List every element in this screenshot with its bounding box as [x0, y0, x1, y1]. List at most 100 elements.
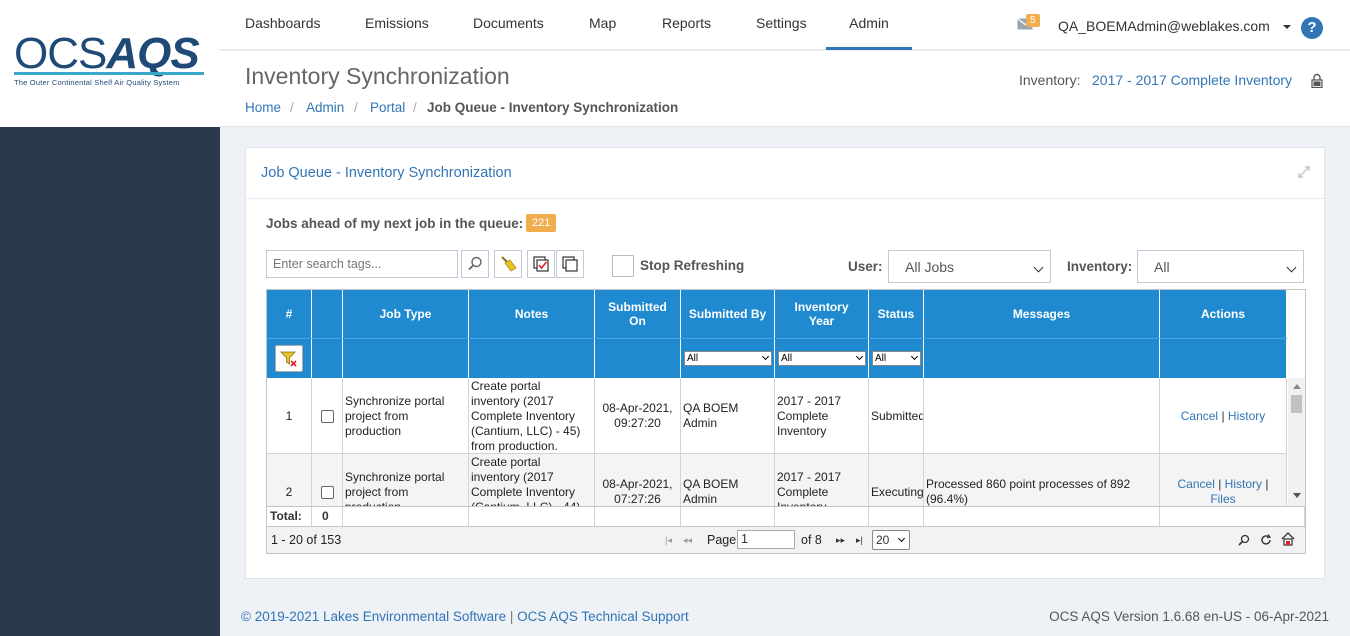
col-notes[interactable]: Notes [469, 290, 595, 338]
col-messages[interactable]: Messages [924, 290, 1160, 338]
chevron-down-icon [1033, 262, 1044, 273]
inventory-filter-select[interactable]: All [1137, 250, 1304, 283]
expand-icon[interactable] [1298, 166, 1310, 178]
grid-scrollbar[interactable] [1288, 378, 1305, 506]
inventory-year-filter[interactable]: All [778, 351, 866, 366]
col-job-type[interactable]: Job Type [343, 290, 469, 338]
next-page-icon[interactable]: ▸▸ [836, 535, 845, 546]
col-number[interactable]: # [267, 290, 312, 338]
footer-links: © 2019-2021 Lakes Environmental Software… [241, 609, 689, 624]
page-title: Inventory Synchronization [245, 63, 510, 89]
nav-reports[interactable]: Reports [662, 0, 711, 50]
chevron-down-icon [910, 352, 919, 361]
last-page-icon[interactable]: ▸| [856, 535, 863, 546]
total-label: Total: [267, 507, 312, 526]
breadcrumb-separator: / [290, 100, 294, 115]
lock-icon [1311, 73, 1323, 88]
reset-home-icon[interactable] [1280, 531, 1296, 547]
stop-refreshing-checkbox[interactable] [612, 255, 634, 277]
breadcrumb-portal[interactable]: Portal [370, 100, 405, 115]
job-queue-grid: # Job Type Notes Submitted On Submitted … [266, 289, 1306, 554]
col-inventory-year[interactable]: Inventory Year [775, 290, 869, 338]
user-filter-select[interactable]: All Jobs [888, 250, 1051, 283]
grid-filter-row: All All All [267, 338, 1287, 378]
col-status[interactable]: Status [869, 290, 924, 338]
row-notes: Create portal inventory (2017 Complete I… [469, 378, 595, 454]
row-checkbox[interactable] [320, 485, 334, 499]
inventory-link[interactable]: 2017 - 2017 Complete Inventory [1092, 72, 1292, 88]
chevron-down-icon [855, 352, 864, 361]
row-inventory-year: 2017 - 2017 Complete Inventory [775, 378, 869, 454]
row-actions: Cancel | History | Files [1160, 454, 1287, 506]
search-icon [468, 256, 482, 271]
page-number-input[interactable]: 1 [737, 530, 795, 549]
nav-settings[interactable]: Settings [756, 0, 807, 50]
cancel-link[interactable]: Cancel [1181, 409, 1218, 423]
search-input[interactable] [266, 250, 458, 278]
history-link[interactable]: History [1228, 409, 1265, 423]
row-actions: Cancel | History [1160, 378, 1287, 454]
logo-wave [14, 72, 204, 75]
scroll-up-icon[interactable] [1293, 384, 1301, 389]
page-size-select[interactable]: 20 [872, 530, 910, 550]
user-menu[interactable]: QA_BOEMAdmin@weblakes.com [1058, 18, 1270, 34]
page-count-label: of 8 [801, 533, 822, 547]
breadcrumb-home[interactable]: Home [245, 100, 281, 115]
version-info: OCS AQS Version 1.6.68 en-US - 06-Apr-20… [1049, 609, 1329, 624]
breadcrumb-admin[interactable]: Admin [306, 100, 344, 115]
filter-clear-icon [280, 351, 297, 367]
checkbox-select-icon [533, 256, 549, 272]
row-message [924, 378, 1160, 454]
nav-documents[interactable]: Documents [473, 0, 544, 50]
clear-filter-button[interactable] [275, 345, 303, 372]
row-inventory-year: 2017 - 2017 Complete Inventory [775, 454, 869, 506]
breadcrumb-separator: / [354, 100, 358, 115]
footer-separator: | [509, 609, 514, 624]
chevron-down-icon [761, 352, 770, 361]
top-nav: Dashboards Emissions Documents Map Repor… [220, 0, 1350, 50]
jobs-ahead-label: Jobs ahead of my next job in the queue: [266, 216, 524, 231]
status-filter[interactable]: All [872, 351, 921, 366]
row-checkbox[interactable] [320, 409, 334, 423]
history-link[interactable]: History [1225, 477, 1262, 491]
scroll-down-icon[interactable] [1293, 493, 1301, 498]
grid-header: # Job Type Notes Submitted On Submitted … [267, 290, 1287, 338]
support-link[interactable]: OCS AQS Technical Support [517, 609, 689, 624]
checkbox-deselect-icon [562, 256, 578, 272]
col-submitted-on[interactable]: Submitted On [595, 290, 681, 338]
col-actions[interactable]: Actions [1160, 290, 1287, 338]
first-page-icon[interactable]: |◂ [665, 535, 672, 546]
copyright-link[interactable]: © 2019-2021 Lakes Environmental Software [241, 609, 506, 624]
row-submitted-on: 08-Apr-2021, 09:27:20 [595, 378, 681, 454]
chevron-down-icon[interactable] [1283, 25, 1291, 29]
table-row[interactable]: 2 Synchronize portal project from produc… [267, 454, 1287, 506]
row-number: 2 [267, 454, 312, 506]
nav-map[interactable]: Map [589, 0, 616, 50]
table-row[interactable]: 1 Synchronize portal project from produc… [267, 378, 1287, 454]
sidebar [0, 127, 220, 636]
cancel-link[interactable]: Cancel [1178, 477, 1215, 491]
deselect-all-button[interactable] [556, 250, 584, 278]
col-submitted-by[interactable]: Submitted By [681, 290, 775, 338]
col-select[interactable] [312, 290, 343, 338]
scroll-thumb[interactable] [1291, 395, 1302, 413]
logo-area[interactable]: OCSAQS The Outer Continental Shelf Air Q… [0, 0, 220, 127]
select-all-button[interactable] [527, 250, 555, 278]
page-label: Page [707, 533, 737, 547]
search-icon[interactable] [1237, 533, 1251, 547]
row-message: Processed 860 point processes of 892 (96… [924, 454, 1160, 506]
files-link[interactable]: Files [1210, 492, 1235, 506]
refresh-icon[interactable] [1259, 533, 1273, 547]
prev-page-icon[interactable]: ◂◂ [683, 535, 692, 546]
nav-admin[interactable]: Admin [826, 0, 912, 50]
search-button[interactable] [461, 250, 489, 278]
nav-emissions[interactable]: Emissions [365, 0, 429, 50]
breadcrumb-current: Job Queue - Inventory Synchronization [427, 100, 679, 115]
row-submitted-on: 08-Apr-2021, 07:27:26 [595, 454, 681, 506]
help-icon[interactable]: ? [1301, 17, 1323, 39]
submitted-by-filter[interactable]: All [684, 351, 772, 366]
total-value: 0 [312, 507, 343, 526]
clear-search-button[interactable] [494, 250, 522, 278]
stop-refreshing-label: Stop Refreshing [640, 258, 745, 273]
nav-dashboards[interactable]: Dashboards [245, 0, 321, 50]
